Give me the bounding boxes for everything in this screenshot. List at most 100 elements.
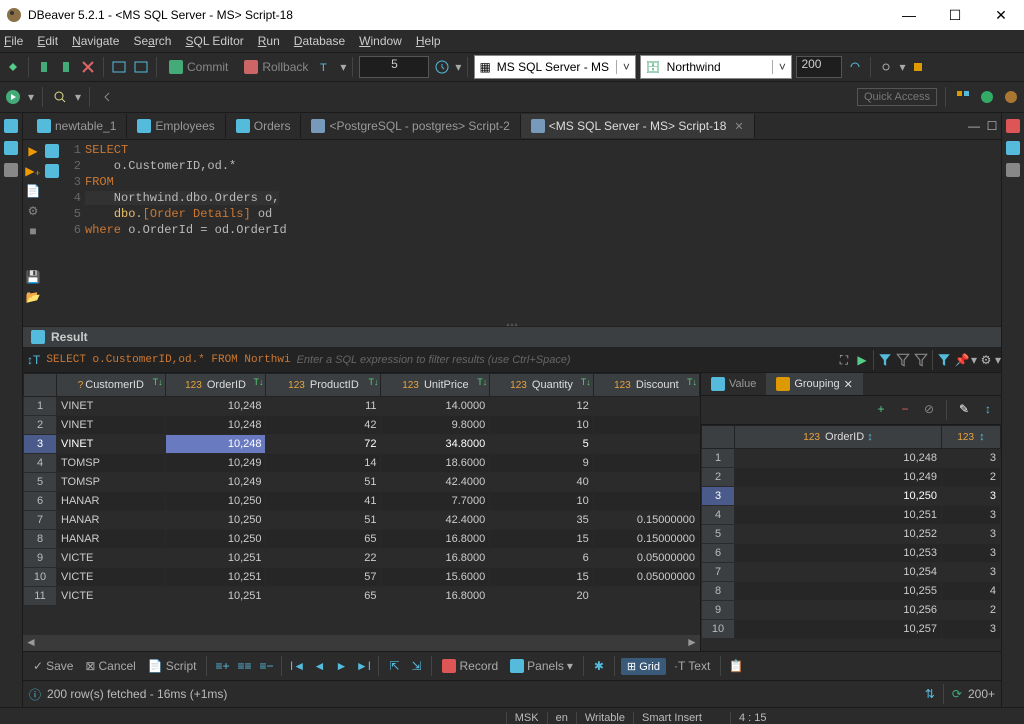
sql-editor[interactable]: SELECT o.CustomerID,od.* FROM Northwind.…	[85, 140, 1001, 320]
grp-row-header[interactable]	[702, 426, 735, 449]
error-log-icon[interactable]	[1006, 119, 1020, 133]
menu-edit[interactable]: Edit	[37, 34, 58, 48]
menu-database[interactable]: Database	[294, 34, 345, 48]
record-button[interactable]: Record	[438, 659, 502, 673]
table-row[interactable]: 1VINET10,2481114.000012	[24, 397, 700, 416]
add-col-icon[interactable]: +	[872, 400, 890, 418]
refresh-icon[interactable]: ⟳	[952, 687, 962, 701]
plug-icon[interactable]	[35, 58, 53, 76]
filter-history-icon[interactable]	[935, 351, 953, 369]
back-icon[interactable]	[98, 88, 116, 106]
menu-window[interactable]: Window	[359, 34, 402, 48]
table-row[interactable]: 610,2533	[702, 544, 1001, 563]
quick-access[interactable]: Quick Access	[857, 88, 937, 106]
database-combo[interactable]: 🗄 Northwind˅	[640, 55, 792, 79]
explain-icon[interactable]: ⚙	[28, 204, 39, 218]
table-row[interactable]: 8HANAR10,2506516.8000150.15000000	[24, 530, 700, 549]
minimize-button[interactable]: —	[886, 0, 932, 30]
sort-icon[interactable]: ↕	[979, 400, 997, 418]
table-row[interactable]: 510,2523	[702, 525, 1001, 544]
tab-mssql-script[interactable]: <MS SQL Server - MS> Script-18✕	[521, 114, 755, 138]
next-icon[interactable]: ►	[332, 657, 350, 675]
table-row[interactable]: 4TOMSP10,2491418.60009	[24, 454, 700, 473]
import-icon[interactable]: ⇲	[407, 657, 425, 675]
exec-icon[interactable]: ▶	[28, 144, 37, 158]
filter-funnel-icon[interactable]	[876, 351, 894, 369]
menu-search[interactable]: Search	[133, 34, 171, 48]
result-tab[interactable]: Result	[23, 326, 1001, 348]
perspective2-icon[interactable]	[978, 88, 996, 106]
last-icon[interactable]: ►I	[354, 657, 372, 675]
log-icon[interactable]: 📋	[727, 657, 745, 675]
load-icon[interactable]: 📂	[26, 290, 41, 304]
scroll-icon[interactable]: ⇅	[925, 687, 935, 701]
grp-col-count[interactable]: 123 ↕	[942, 426, 1001, 449]
table-row[interactable]: 910,2562	[702, 601, 1001, 620]
connect-icon[interactable]	[4, 58, 22, 76]
col-productid[interactable]: 123 ProductIDT↓	[266, 374, 381, 397]
info-icon[interactable]	[4, 163, 18, 177]
templates-icon[interactable]	[1006, 163, 1020, 177]
table-row[interactable]: 11VICTE10,2516516.800020	[24, 587, 700, 606]
table-row[interactable]: 10VICTE10,2515715.6000150.05000000	[24, 568, 700, 587]
maximize-view-icon[interactable]: ☐	[983, 117, 1001, 135]
fetch-more[interactable]: 200+	[968, 687, 995, 701]
outline-icon[interactable]	[45, 144, 59, 158]
col-customerid[interactable]: ?CustomerIDT↓	[57, 374, 166, 397]
export-icon[interactable]: ⇱	[385, 657, 403, 675]
run-icon[interactable]	[4, 88, 22, 106]
tab-newtable[interactable]: newtable_1	[27, 114, 127, 138]
close-icon[interactable]: ✕	[734, 120, 743, 133]
history-icon[interactable]	[433, 58, 451, 76]
filter-remove-icon[interactable]	[894, 351, 912, 369]
result-grid[interactable]: ?CustomerIDT↓ 123 OrderIDT↓ 123 ProductI…	[23, 373, 700, 606]
sql-editor-icon[interactable]	[110, 58, 128, 76]
table-row[interactable]: 6HANAR10,250417.700010	[24, 492, 700, 511]
first-icon[interactable]: I◄	[288, 657, 306, 675]
expand-icon[interactable]: ⛶	[835, 351, 853, 369]
menu-file[interactable]: File	[4, 34, 23, 48]
outline-icon[interactable]	[1006, 141, 1020, 155]
table-row[interactable]: 3VINET10,2487234.80005	[24, 435, 700, 454]
add-row-icon[interactable]: ≡+	[213, 657, 231, 675]
apply-filter-icon[interactable]: ▶	[853, 351, 871, 369]
connection-combo[interactable]: ▦ MS SQL Server - MS˅	[474, 55, 636, 79]
table-row[interactable]: 110,2483	[702, 449, 1001, 468]
panels-button[interactable]: Panels ▾	[506, 659, 577, 673]
prev-icon[interactable]: ◄	[310, 657, 328, 675]
nav-icon[interactable]	[4, 119, 18, 133]
tab-pg-script[interactable]: <PostgreSQL - postgres> Script-2	[301, 114, 520, 138]
table-row[interactable]: 2VINET10,248429.800010	[24, 416, 700, 435]
filter-placeholder[interactable]: Enter a SQL expression to filter results…	[297, 354, 835, 366]
h-scrollbar[interactable]: ◄►	[23, 635, 700, 651]
tab-employees[interactable]: Employees	[127, 114, 225, 138]
tool-icon[interactable]	[909, 58, 927, 76]
grid-mode-button[interactable]: ⊞ Grid	[621, 658, 666, 675]
plug2-icon[interactable]	[57, 58, 75, 76]
save-file-icon[interactable]: 💾	[26, 270, 41, 284]
save-button[interactable]: ✓Save	[29, 659, 77, 673]
col-unitprice[interactable]: 123 UnitPriceT↓	[381, 374, 490, 397]
table-row[interactable]: 210,2492	[702, 468, 1001, 487]
grp-col-orderid[interactable]: 123 OrderID ↕	[735, 426, 942, 449]
projects-icon[interactable]	[4, 141, 18, 155]
remove-col-icon[interactable]: −	[896, 400, 914, 418]
exec-script-icon[interactable]: 📄	[26, 184, 41, 198]
gear-icon[interactable]	[877, 58, 895, 76]
table-row[interactable]: 810,2554	[702, 582, 1001, 601]
menu-sql-editor[interactable]: SQL Editor	[185, 34, 243, 48]
perspective3-icon[interactable]	[1002, 88, 1020, 106]
table-row[interactable]: 1010,2573	[702, 620, 1001, 639]
stop-icon[interactable]: ■	[29, 224, 36, 238]
tx-icon[interactable]: T	[318, 58, 336, 76]
text-mode-button[interactable]: ·TText	[670, 659, 714, 673]
edit-icon[interactable]: ✎	[955, 400, 973, 418]
menu-run[interactable]: Run	[258, 34, 280, 48]
pin-icon[interactable]: 📌	[953, 351, 971, 369]
limit-input[interactable]: 5	[359, 56, 429, 78]
search-icon[interactable]	[51, 88, 69, 106]
exec-plus-icon[interactable]: ▶₊	[25, 164, 41, 178]
grouping-grid[interactable]: 123 OrderID ↕ 123 ↕ 110,2483210,2492310,…	[701, 425, 1001, 639]
reference-icon[interactable]: ✱	[590, 657, 608, 675]
menu-help[interactable]: Help	[416, 34, 441, 48]
